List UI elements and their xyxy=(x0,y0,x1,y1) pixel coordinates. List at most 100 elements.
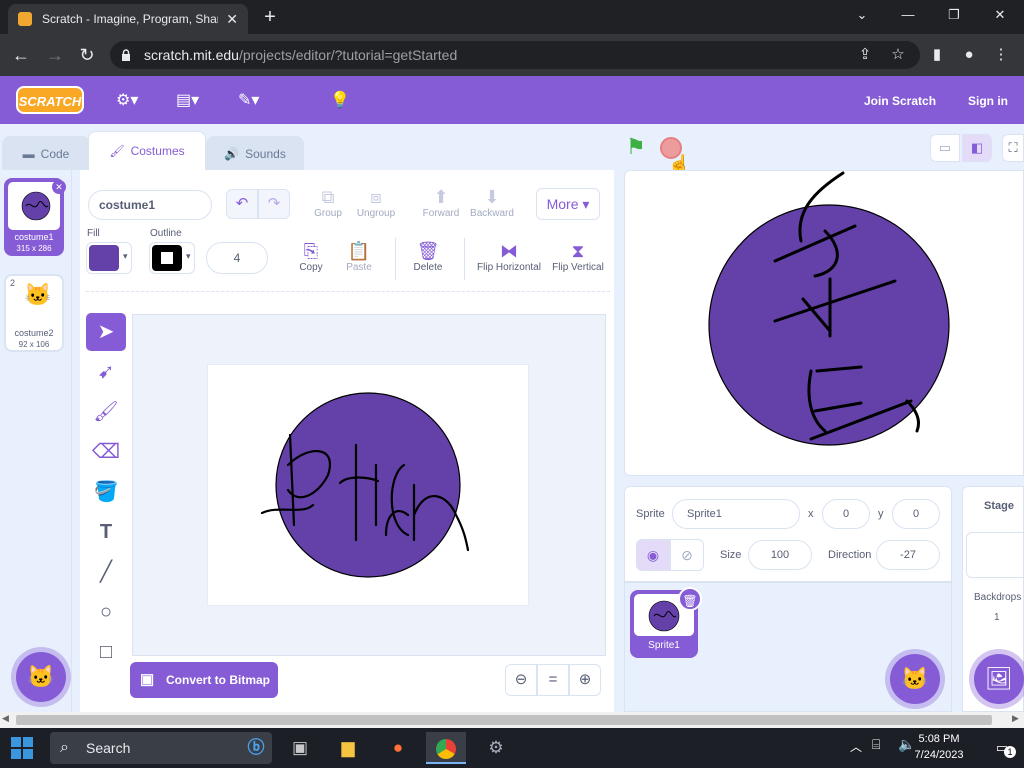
y-input[interactable]: 0 xyxy=(892,499,940,529)
green-flag-icon[interactable]: ⚑ xyxy=(626,134,650,160)
join-scratch-link[interactable]: Join Scratch xyxy=(864,88,936,114)
flip-vertical-button[interactable]: ⧗ Flip Vertical xyxy=(543,240,613,280)
more-menu-button[interactable]: More ▾ xyxy=(536,188,600,220)
settings-gear-icon[interactable]: ⚙▾ xyxy=(116,88,138,114)
choose-sprite-cat-icon[interactable]: 🐱 xyxy=(890,654,940,704)
flip-horizontal-button[interactable]: ⧓ Flip Horizontal xyxy=(474,240,544,280)
outline-label: Outline xyxy=(150,228,182,239)
show-sprite-eye-icon[interactable]: ◉ xyxy=(636,539,670,571)
scroll-left-arrow-icon[interactable]: ◀ xyxy=(2,713,9,724)
tab-close-icon[interactable]: ✕ xyxy=(226,11,238,28)
reload-icon[interactable]: ↻ xyxy=(74,42,100,68)
normal-stage-icon[interactable]: ◧ xyxy=(962,134,992,162)
chrome-icon[interactable] xyxy=(426,732,466,764)
forward-arrow-icon[interactable]: → xyxy=(42,42,68,68)
ungroup-button[interactable]: ⧈ Ungroup xyxy=(348,186,404,226)
side-panel-icon[interactable]: ▮ xyxy=(924,41,950,69)
paste-button[interactable]: 📋 Paste xyxy=(324,240,394,280)
back-arrow-icon[interactable]: ← xyxy=(8,42,34,68)
tab-search-chevron-icon[interactable]: ⌄ xyxy=(842,4,882,26)
circle-tool-icon[interactable]: ○ xyxy=(86,593,126,631)
show-hidden-icons-chevron[interactable]: ︿ xyxy=(850,738,862,755)
costume-number: 1 xyxy=(10,182,16,192)
direction-label: Direction xyxy=(828,549,872,561)
zoom-reset-button[interactable]: = xyxy=(537,664,569,696)
bing-icon[interactable]: ⓑ xyxy=(236,732,276,764)
file-menu-icon[interactable]: ▤▾ xyxy=(176,88,199,114)
paste-label: Paste xyxy=(346,262,372,273)
fill-dropdown-icon: ▾ xyxy=(123,251,128,261)
tutorials-lightbulb-icon[interactable]: 💡 xyxy=(330,88,350,114)
scrollbar-thumb[interactable] xyxy=(16,715,992,725)
browser-menu-icon[interactable]: ⋮ xyxy=(988,41,1014,69)
hide-sprite-eye-icon[interactable]: ⊘ xyxy=(670,539,704,571)
forward-button[interactable]: ⬆ Forward xyxy=(413,186,469,226)
browser-tab[interactable]: Scratch - Imagine, Program, Shar ✕ xyxy=(8,4,248,34)
eraser-tool-icon[interactable]: ⌫ xyxy=(86,433,126,471)
stage[interactable] xyxy=(624,170,1024,476)
tab-sounds-label: Sounds xyxy=(245,146,286,161)
ungroup-label: Ungroup xyxy=(356,208,396,219)
taskbar-clock[interactable]: 5:08 PM 7/24/2023 xyxy=(906,731,972,763)
tab-code[interactable]: ▬ Code xyxy=(2,136,90,170)
sign-in-link[interactable]: Sign in xyxy=(968,88,1008,114)
scratch-logo[interactable]: SCRATCH xyxy=(16,86,84,114)
fullscreen-icon[interactable]: ⛶ xyxy=(1002,134,1024,162)
bookmark-star-icon[interactable]: ☆ xyxy=(885,41,911,69)
forward-arrow-up-icon: ⬆ xyxy=(433,187,449,207)
fill-bucket-tool-icon[interactable]: 🪣 xyxy=(86,473,126,511)
restore-button[interactable]: ❐ xyxy=(934,4,974,26)
file-explorer-icon[interactable]: ▆ xyxy=(328,732,368,764)
delete-button[interactable]: 🗑 Delete xyxy=(393,240,463,280)
small-stage-icon[interactable]: ▭ xyxy=(930,134,960,162)
paste-icon: 📋 xyxy=(347,241,371,261)
select-tool-icon[interactable]: ➤ xyxy=(86,313,126,351)
backdrops-label: Backdrops xyxy=(974,592,1022,603)
choose-costume-cat-icon[interactable]: 🐱 xyxy=(16,652,66,702)
task-view-icon[interactable]: ▣ xyxy=(280,732,320,764)
minimize-button[interactable]: — xyxy=(888,4,928,26)
delete-costume-icon[interactable]: ✕ xyxy=(52,180,66,194)
backward-button[interactable]: ⬇ Backward xyxy=(464,186,520,226)
clock-date: 7/24/2023 xyxy=(914,749,964,761)
outline-color-picker[interactable]: ▾ xyxy=(149,242,195,274)
choose-backdrop-icon[interactable]: 🖼 xyxy=(974,654,1024,704)
new-tab-button[interactable]: + xyxy=(258,6,282,28)
artboard[interactable] xyxy=(207,364,529,606)
reshape-tool-icon[interactable]: ➹ xyxy=(86,353,126,391)
scroll-right-arrow-icon[interactable]: ▶ xyxy=(1012,713,1019,724)
profile-icon[interactable]: ● xyxy=(956,41,982,69)
fill-color-picker[interactable]: ▾ xyxy=(86,242,132,274)
redo-icon[interactable]: ↷ xyxy=(258,189,290,219)
firefox-icon[interactable]: ● xyxy=(378,732,418,764)
close-window-button[interactable]: ✕ xyxy=(980,4,1020,26)
edit-pencil-icon[interactable]: ✎▾ xyxy=(238,88,259,114)
convert-to-bitmap-button[interactable]: ▣ Convert to Bitmap xyxy=(130,662,278,698)
costume-name-input[interactable]: costume1 xyxy=(88,190,212,220)
share-icon[interactable]: ⇪ xyxy=(852,41,878,69)
tab-costumes[interactable]: 🖌 Costumes xyxy=(88,131,206,170)
address-bar[interactable]: scratch.mit.edu/projects/editor/?tutoria… xyxy=(110,41,920,69)
costume-drawing[interactable] xyxy=(208,365,530,607)
backdrop-thumbnail[interactable] xyxy=(966,532,1024,578)
tab-sounds[interactable]: 🔊 Sounds xyxy=(206,136,304,170)
delete-sprite-icon[interactable]: 🗑 xyxy=(678,587,702,611)
stroke-width-input[interactable]: 4 xyxy=(206,242,268,274)
undo-icon[interactable]: ↶ xyxy=(226,189,258,219)
rectangle-tool-icon[interactable]: □ xyxy=(86,633,126,671)
direction-input[interactable]: -27 xyxy=(876,540,940,570)
sprite-name-input[interactable]: Sprite1 xyxy=(672,499,800,529)
copy-label: Copy xyxy=(299,262,323,273)
line-tool-icon[interactable]: ╱ xyxy=(86,553,126,591)
x-input[interactable]: 0 xyxy=(822,499,870,529)
windows-start-icon[interactable] xyxy=(10,736,34,760)
zoom-in-icon[interactable]: ⊕ xyxy=(569,664,601,696)
settings-gear-app-icon[interactable]: ⚙ xyxy=(476,732,516,764)
size-input[interactable]: 100 xyxy=(748,540,812,570)
brush-tool-icon[interactable]: 🖌 xyxy=(86,393,126,431)
text-tool-icon[interactable]: T xyxy=(86,513,126,551)
costume-item-2[interactable]: 2 🐱 costume2 92 x 106 xyxy=(4,274,64,352)
network-icon[interactable]: ⌸ xyxy=(872,736,880,753)
zoom-out-icon[interactable]: ⊖ xyxy=(505,664,537,696)
flip-horizontal-label: Flip Horizontal xyxy=(477,262,541,273)
